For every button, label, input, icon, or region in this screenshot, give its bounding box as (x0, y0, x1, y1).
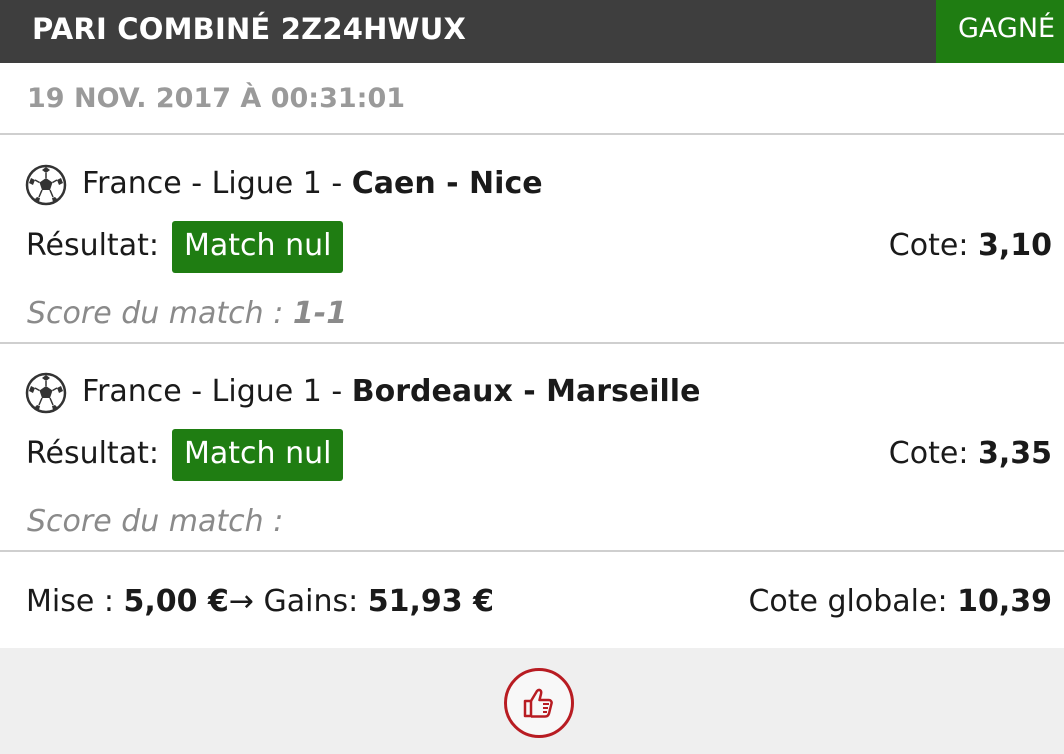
odds-label: Cote: (888, 228, 978, 263)
result-label: Résultat: (26, 228, 159, 263)
odds-value: 3,35 (977, 436, 1052, 471)
total-odds: Cote globale: 10,39 (748, 584, 1052, 619)
soccer-ball-icon (25, 164, 67, 206)
gains-label: Gains: (253, 584, 368, 619)
match-score: Score du match : 1-1 (27, 296, 347, 331)
thumbs-up-icon (523, 688, 553, 718)
bet-title: PARI COMBINÉ 2Z24HWUX (32, 12, 467, 46)
soccer-ball-icon (25, 372, 67, 414)
league-name: France - Ligue 1 - (82, 374, 352, 409)
odds: Cote: 3,10 (889, 228, 1052, 263)
result-value: Match nul (172, 221, 344, 273)
odds: Cote: 3,35 (889, 436, 1052, 471)
score-label: Score du match : (27, 504, 284, 539)
teams-name: Caen - Nice (351, 166, 543, 201)
action-bar (0, 648, 1064, 754)
stake-value: 5,00 € (123, 584, 229, 619)
selection-item: France - Ligue 1 - Caen - Nice Résultat:… (0, 136, 1064, 344)
result-label: Résultat: (26, 436, 159, 471)
match-score: Score du match : (27, 504, 283, 539)
result-value: Match nul (172, 429, 344, 481)
match-name: France - Ligue 1 - Bordeaux - Marseille (82, 374, 700, 409)
gains-value: 51,93 € (367, 584, 494, 619)
bet-summary: Mise : 5,00 €→ Gains: 51,93 € Cote globa… (0, 556, 1064, 648)
match-name: France - Ligue 1 - Caen - Nice (82, 166, 543, 201)
selection-item: France - Ligue 1 - Bordeaux - Marseille … (0, 344, 1064, 552)
bet-date-row: 19 NOV. 2017 À 00:31:01 (0, 63, 1064, 135)
score-label: Score du match : (27, 296, 293, 331)
league-name: France - Ligue 1 - (82, 166, 352, 201)
stake-label: Mise : (26, 584, 124, 619)
total-odds-value: 10,39 (957, 584, 1052, 619)
odds-value: 3,10 (977, 228, 1052, 263)
score-value: 1-1 (292, 296, 348, 331)
status-badge: GAGNÉ (936, 0, 1064, 63)
bet-header: PARI COMBINÉ 2Z24HWUX GAGNÉ (0, 0, 1064, 63)
bet-date: 19 NOV. 2017 À 00:31:01 (27, 83, 406, 114)
arrow-right-icon: → (228, 584, 254, 619)
total-odds-label: Cote globale: (748, 584, 958, 619)
like-button[interactable] (504, 668, 574, 738)
teams-name: Bordeaux - Marseille (351, 374, 701, 409)
stake-and-gains: Mise : 5,00 €→ Gains: 51,93 € (26, 584, 494, 619)
odds-label: Cote: (888, 436, 978, 471)
